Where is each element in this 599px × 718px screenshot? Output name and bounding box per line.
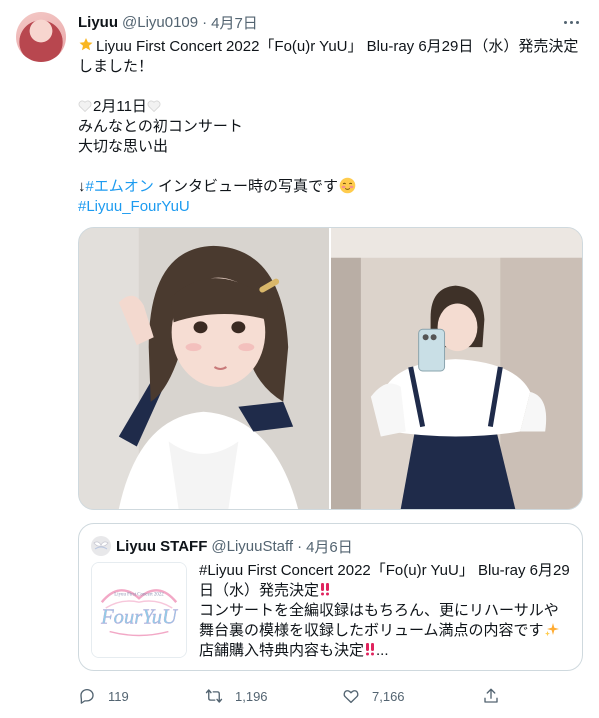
like-button[interactable]: 7,166 [342, 687, 405, 705]
quoted-line-2: 日（水）発売決定 [199, 582, 320, 599]
share-button[interactable] [482, 687, 512, 705]
fouryuu-logo-image: Liyuu First Concert 2022 FourYuU [92, 563, 186, 657]
quoted-line: 日（水）発売決定 [199, 581, 574, 601]
quoted-author-avatar[interactable] [91, 536, 111, 556]
quoted-line-3: コンサートを全編収録はもちろん、更にリハーサルや [199, 602, 559, 619]
tweet-line: 2月11日 [78, 97, 583, 117]
tweet-line-2: しました！ [78, 58, 154, 75]
tweet-line-4: みんなとの初コンサート [78, 118, 243, 135]
tweet-line: ↓#エムオン インタビュー時の写真です [78, 177, 583, 197]
logo-text: FourYuU [100, 607, 178, 629]
more-dot-icon [575, 20, 579, 24]
tweet-line: #Liyuu_FourYuU [78, 197, 583, 217]
quoted-tweet-date[interactable]: 4月6日 [306, 536, 353, 557]
mirror-selfie-photo-illustration [331, 228, 582, 509]
reply-icon [80, 688, 94, 704]
quoted-tweet-header: Liyuu STAFF @LiyuuStaff · 4月6日 [91, 536, 353, 556]
quoted-tweet-text: #Liyuu First Concert 2022「Fo(u)r YuU」 Bl… [199, 561, 574, 661]
white-heart-icon [78, 100, 92, 112]
ribbon-logo-icon [93, 541, 109, 550]
heart-icon [343, 690, 359, 704]
white-heart-icon [147, 100, 161, 112]
tweet-text: Liyuu First Concert 2022「Fo(u)r YuU」 Blu… [78, 37, 583, 217]
reply-button[interactable]: 119 [78, 687, 129, 705]
tweet-photo-2[interactable] [331, 228, 582, 509]
quoted-line-1: #Liyuu First Concert 2022「Fo(u)r YuU」 Bl… [199, 562, 570, 579]
tweet-actions: 119 1,196 7,166 [78, 682, 518, 710]
more-options-button[interactable] [561, 12, 581, 32]
more-dot-icon [569, 20, 573, 24]
media-gallery [78, 227, 583, 510]
retweet-count: 1,196 [235, 688, 268, 704]
quoted-header-separator: · [297, 537, 303, 555]
logo-small-text: Liyuu First Concert 2022 [114, 592, 164, 597]
quoted-ellipsis: ... [376, 642, 389, 659]
hashtag-link-fouryuu[interactable]: #Liyuu_FourYuU [78, 198, 190, 215]
portrait-photo-illustration [79, 228, 329, 509]
sparkles-icon [544, 623, 559, 637]
quoted-author-display-name[interactable]: Liyuu STAFF [116, 538, 207, 555]
reply-count: 119 [108, 688, 129, 704]
quoted-author-handle[interactable]: @LiyuuStaff [211, 538, 293, 555]
double-exclamation-icon [366, 643, 375, 656]
like-count: 7,166 [372, 688, 405, 704]
quoted-line: 舞台裏の模様を収録したボリューム満点の内容です [199, 621, 574, 641]
retweet-icon [205, 689, 223, 703]
quoted-line-5: 店舗購入特典内容も決定 [199, 642, 365, 659]
tweet[interactable]: Liyuu @Liyu0109 · 4月7日 Liyuu First Conce… [0, 0, 599, 718]
glowing-star-icon [79, 38, 93, 51]
tweet-date[interactable]: 4月7日 [211, 12, 258, 33]
retweet-button[interactable]: 1,196 [205, 687, 268, 705]
tweet-line: Liyuu First Concert 2022「Fo(u)r YuU」 Blu… [78, 37, 583, 57]
author-handle[interactable]: @Liyu0109 [122, 14, 198, 31]
quoted-line-4: 舞台裏の模様を収録したボリューム満点の内容です [199, 622, 544, 639]
quoted-tweet[interactable]: Liyuu STAFF @LiyuuStaff · 4月6日 Liyuu Fir… [78, 523, 583, 671]
header-separator: · [202, 13, 208, 31]
smiling-face-icon [339, 177, 356, 194]
share-icon [484, 688, 498, 703]
double-exclamation-icon [321, 583, 330, 596]
author-display-name[interactable]: Liyuu [78, 14, 118, 31]
tweet-line-3: 2月11日 [93, 98, 147, 115]
more-dot-icon [563, 20, 567, 24]
hashtag-link-emuon[interactable]: #エムオン [86, 178, 154, 195]
tweet-line-1: Liyuu First Concert 2022「Fo(u)r YuU」 Blu… [96, 38, 579, 55]
tweet-line-5: 大切な思い出 [78, 138, 169, 155]
down-arrow-text: ↓ [78, 178, 86, 195]
author-avatar[interactable] [16, 12, 66, 62]
quoted-line: 店舗購入特典内容も決定... [199, 641, 574, 661]
quoted-tweet-thumbnail[interactable]: Liyuu First Concert 2022 FourYuU [91, 562, 187, 658]
tweet-line-6: インタビュー時の写真です [153, 178, 339, 195]
tweet-photo-1[interactable] [79, 228, 329, 509]
tweet-header: Liyuu @Liyu0109 · 4月7日 [78, 12, 258, 32]
